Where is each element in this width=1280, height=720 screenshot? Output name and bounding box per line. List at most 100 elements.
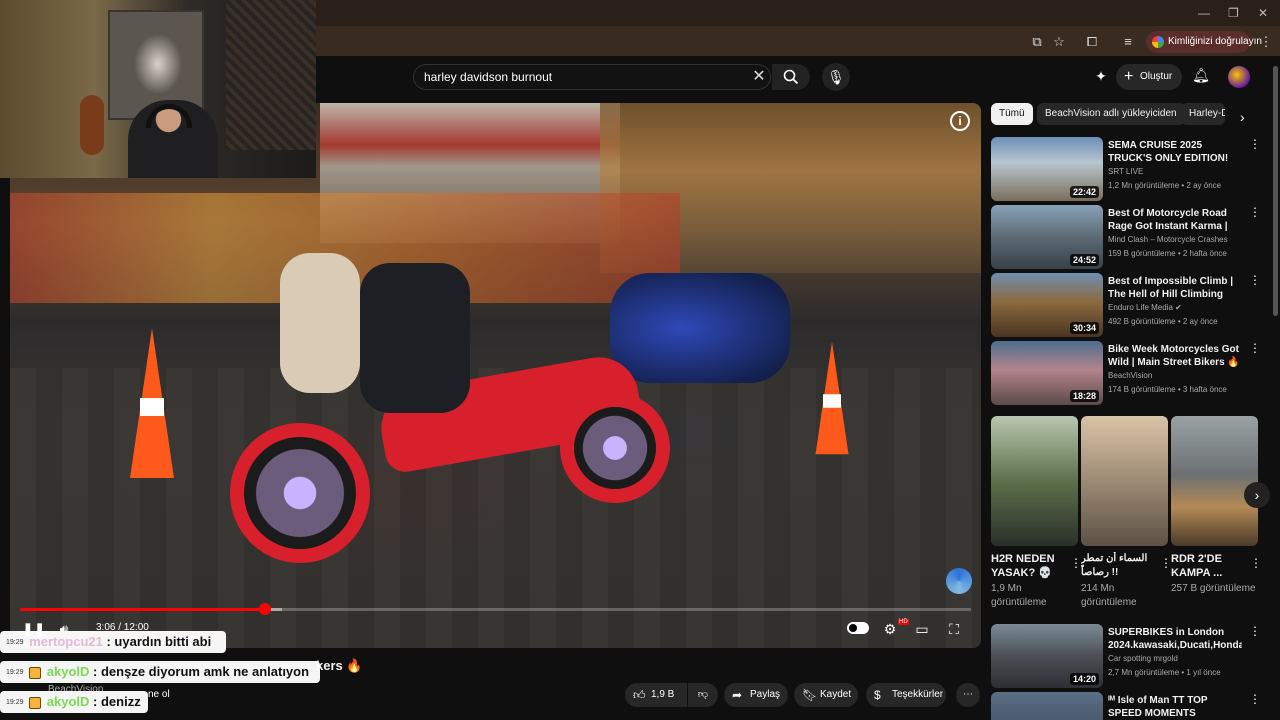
- save-label: Kaydet: [820, 689, 852, 700]
- video-duration: 22:42: [1069, 186, 1099, 198]
- more-options-icon[interactable]: ⋮: [1249, 692, 1261, 706]
- short-thumbnail[interactable]: [1171, 416, 1258, 546]
- more-options-icon[interactable]: ⋮: [1249, 205, 1261, 219]
- info-icon[interactable]: i: [950, 111, 970, 131]
- video-title[interactable]: SUPERBIKES in London 2024.kawasaki,Ducat…: [1108, 626, 1242, 652]
- share-button[interactable]: ➦ Paylaş: [724, 683, 788, 707]
- clear-search-icon[interactable]: ✕: [750, 66, 768, 88]
- video-thumbnail[interactable]: 24:52: [991, 205, 1103, 269]
- microphone-icon: 🎙: [827, 69, 845, 85]
- video-title[interactable]: ᴵᴹ Isle of Man TT TOP SPEED MOMENTS: [1108, 694, 1242, 720]
- video-thumbnail[interactable]: 30:34: [991, 273, 1103, 337]
- recommended-video[interactable]: ᴵᴹ Isle of Man TT TOP SPEED MOMENTS ⋮: [991, 692, 1263, 720]
- ai-sparkle-icon[interactable]: ✦: [1092, 68, 1110, 86]
- front-wheel: [560, 393, 670, 503]
- short-item[interactable]: H2R NEDEN YASAK? 💀 1,9 Mn görüntüleme ⋮: [991, 416, 1082, 610]
- dislike-button[interactable]: 👎︎: [688, 683, 718, 707]
- notifications-bell-icon[interactable]: 🔔︎: [1192, 67, 1210, 87]
- chat-badge-icon: [29, 696, 42, 709]
- sidebar-scrollbar[interactable]: [1273, 66, 1278, 316]
- chat-text: : denşze diyorum amk ne anlatıyon: [93, 664, 310, 679]
- more-options-icon[interactable]: ⋮: [1249, 273, 1261, 287]
- short-title[interactable]: السماء أن تمطر رصاصاً !!: [1081, 552, 1168, 580]
- short-views: 257 B görüntüleme: [1171, 583, 1256, 594]
- verify-identity-button[interactable]: Kimliğinizi doğrulayın: [1146, 31, 1262, 53]
- short-item[interactable]: RDR 2'DE KAMPA ... 257 B görüntüleme ⋮: [1171, 416, 1262, 596]
- bookmark-star-icon[interactable]: ☆: [1051, 34, 1067, 50]
- extensions-icon[interactable]: ⧠: [1084, 34, 1100, 50]
- video-channel[interactable]: SRT LIVE: [1108, 167, 1143, 176]
- like-button[interactable]: 👍︎ 1,9 B: [625, 683, 687, 707]
- short-views: 1,9 Mn görüntüleme: [991, 583, 1047, 608]
- chat-text: : uyardın bitti abi: [106, 634, 212, 649]
- traffic-cone: [130, 328, 174, 478]
- chip-harley[interactable]: Harley-D: [1181, 103, 1225, 125]
- short-thumbnail[interactable]: [991, 416, 1078, 546]
- more-actions-button[interactable]: ⋯: [956, 683, 980, 707]
- progress-played: [20, 608, 266, 611]
- video-channel[interactable]: Mind Clash – Motorcycle Crashes: [1108, 235, 1228, 244]
- subscribe-button[interactable]: ne ol: [148, 689, 170, 700]
- more-options-icon[interactable]: ⋮: [1249, 341, 1261, 355]
- short-item[interactable]: السماء أن تمطر رصاصاً !! 214 Mn görüntül…: [1081, 416, 1172, 610]
- settings-gear-icon[interactable]: ⚙: [880, 619, 900, 639]
- maximize-button[interactable]: ❐: [1228, 6, 1239, 20]
- thanks-button[interactable]: $ Teşekkürler: [866, 683, 946, 707]
- avatar[interactable]: [1228, 66, 1250, 88]
- recommended-video[interactable]: 22:42 SEMA CRUISE 2025 TRUCK'S ONLY EDIT…: [991, 137, 1263, 201]
- chip-all[interactable]: Tümü: [991, 103, 1033, 125]
- video-thumbnail[interactable]: 18:28: [991, 341, 1103, 405]
- wall-painting: [226, 0, 316, 150]
- short-title[interactable]: H2R NEDEN YASAK? 💀: [991, 552, 1078, 580]
- chip-from-uploader[interactable]: BeachVision adlı yükleyiciden: [1037, 103, 1185, 125]
- more-options-icon[interactable]: ⋮: [1249, 624, 1261, 638]
- create-button[interactable]: + Oluştur: [1116, 64, 1182, 90]
- short-title[interactable]: RDR 2'DE KAMPA ...: [1171, 552, 1258, 580]
- close-window-button[interactable]: ✕: [1258, 6, 1268, 20]
- channel-watermark-icon[interactable]: [946, 568, 972, 594]
- more-dots-icon: ⋯: [963, 689, 973, 700]
- hd-badge: HD: [898, 619, 909, 625]
- chat-message: 19:29 mertopcu21 : uyardın bitti abi: [0, 631, 226, 653]
- video-channel[interactable]: BeachVision: [1108, 371, 1152, 380]
- video-title[interactable]: Best Of Motorcycle Road Rage Got Instant…: [1108, 207, 1242, 233]
- save-button[interactable]: 🔖︎ Kaydet: [794, 683, 858, 707]
- thanks-icon: $: [874, 688, 881, 702]
- video-duration: 30:34: [1069, 322, 1099, 334]
- short-thumbnail[interactable]: [1081, 416, 1168, 546]
- video-thumbnail[interactable]: [991, 692, 1103, 720]
- video-player[interactable]: i ❚❚ 🔊︎ 3:06 / 12:00 ⚙ HD ▭ ⛶: [10, 103, 981, 648]
- thumbs-up-icon: 👍︎: [633, 688, 646, 702]
- minimize-button[interactable]: —: [1198, 6, 1210, 20]
- rear-wheel: [230, 423, 370, 563]
- fullscreen-icon[interactable]: ⛶: [944, 619, 964, 639]
- autoplay-toggle[interactable]: [847, 622, 869, 634]
- progress-bar[interactable]: [20, 603, 971, 615]
- recommended-video[interactable]: 18:28 Bike Week Motorcycles Got Wild | M…: [991, 341, 1263, 405]
- chat-message: 19:29 akyolD : denşze diyorum amk ne anl…: [0, 661, 320, 683]
- recommended-video[interactable]: 30:34 Best of Impossible Climb | The Hel…: [991, 273, 1263, 337]
- install-app-icon[interactable]: ⧉: [1029, 34, 1045, 50]
- video-title[interactable]: Bike Week Motorcycles Got Wild | Main St…: [1108, 343, 1242, 369]
- video-thumbnail[interactable]: 22:42: [991, 137, 1103, 201]
- chat-timestamp: 19:29: [6, 698, 24, 706]
- theater-mode-icon[interactable]: ▭: [912, 619, 932, 639]
- recommended-video[interactable]: 24:52 Best Of Motorcycle Road Rage Got I…: [991, 205, 1263, 269]
- recommended-video[interactable]: 14:20 SUPERBIKES in London 2024.kawasaki…: [991, 624, 1263, 688]
- search-input[interactable]: harley davidson burnout: [413, 64, 771, 90]
- voice-search-button[interactable]: 🎙: [822, 63, 850, 91]
- more-options-icon[interactable]: ⋮: [1249, 137, 1261, 151]
- more-options-icon[interactable]: ⋮: [1250, 556, 1262, 570]
- search-button[interactable]: [772, 64, 810, 90]
- video-title[interactable]: Best of Impossible Climb | The Hell of H…: [1108, 275, 1242, 301]
- video-thumbnail[interactable]: 14:20: [991, 624, 1103, 688]
- video-channel[interactable]: Enduro Life Media ✔: [1108, 303, 1182, 312]
- reading-list-icon[interactable]: ≡: [1120, 34, 1136, 50]
- shorts-next-button[interactable]: ›: [1244, 482, 1270, 508]
- video-title[interactable]: SEMA CRUISE 2025 TRUCK'S ONLY EDITION!: [1108, 139, 1242, 165]
- video-channel[interactable]: Car spotting mrgold: [1108, 654, 1178, 663]
- chevron-right-icon[interactable]: ›: [1240, 109, 1245, 125]
- chat-message: 19:29 akyolD : denizz: [0, 691, 148, 713]
- browser-menu-icon[interactable]: ⋮: [1258, 34, 1274, 50]
- video-meta: 492 B görüntüleme • 2 ay önce: [1108, 317, 1218, 326]
